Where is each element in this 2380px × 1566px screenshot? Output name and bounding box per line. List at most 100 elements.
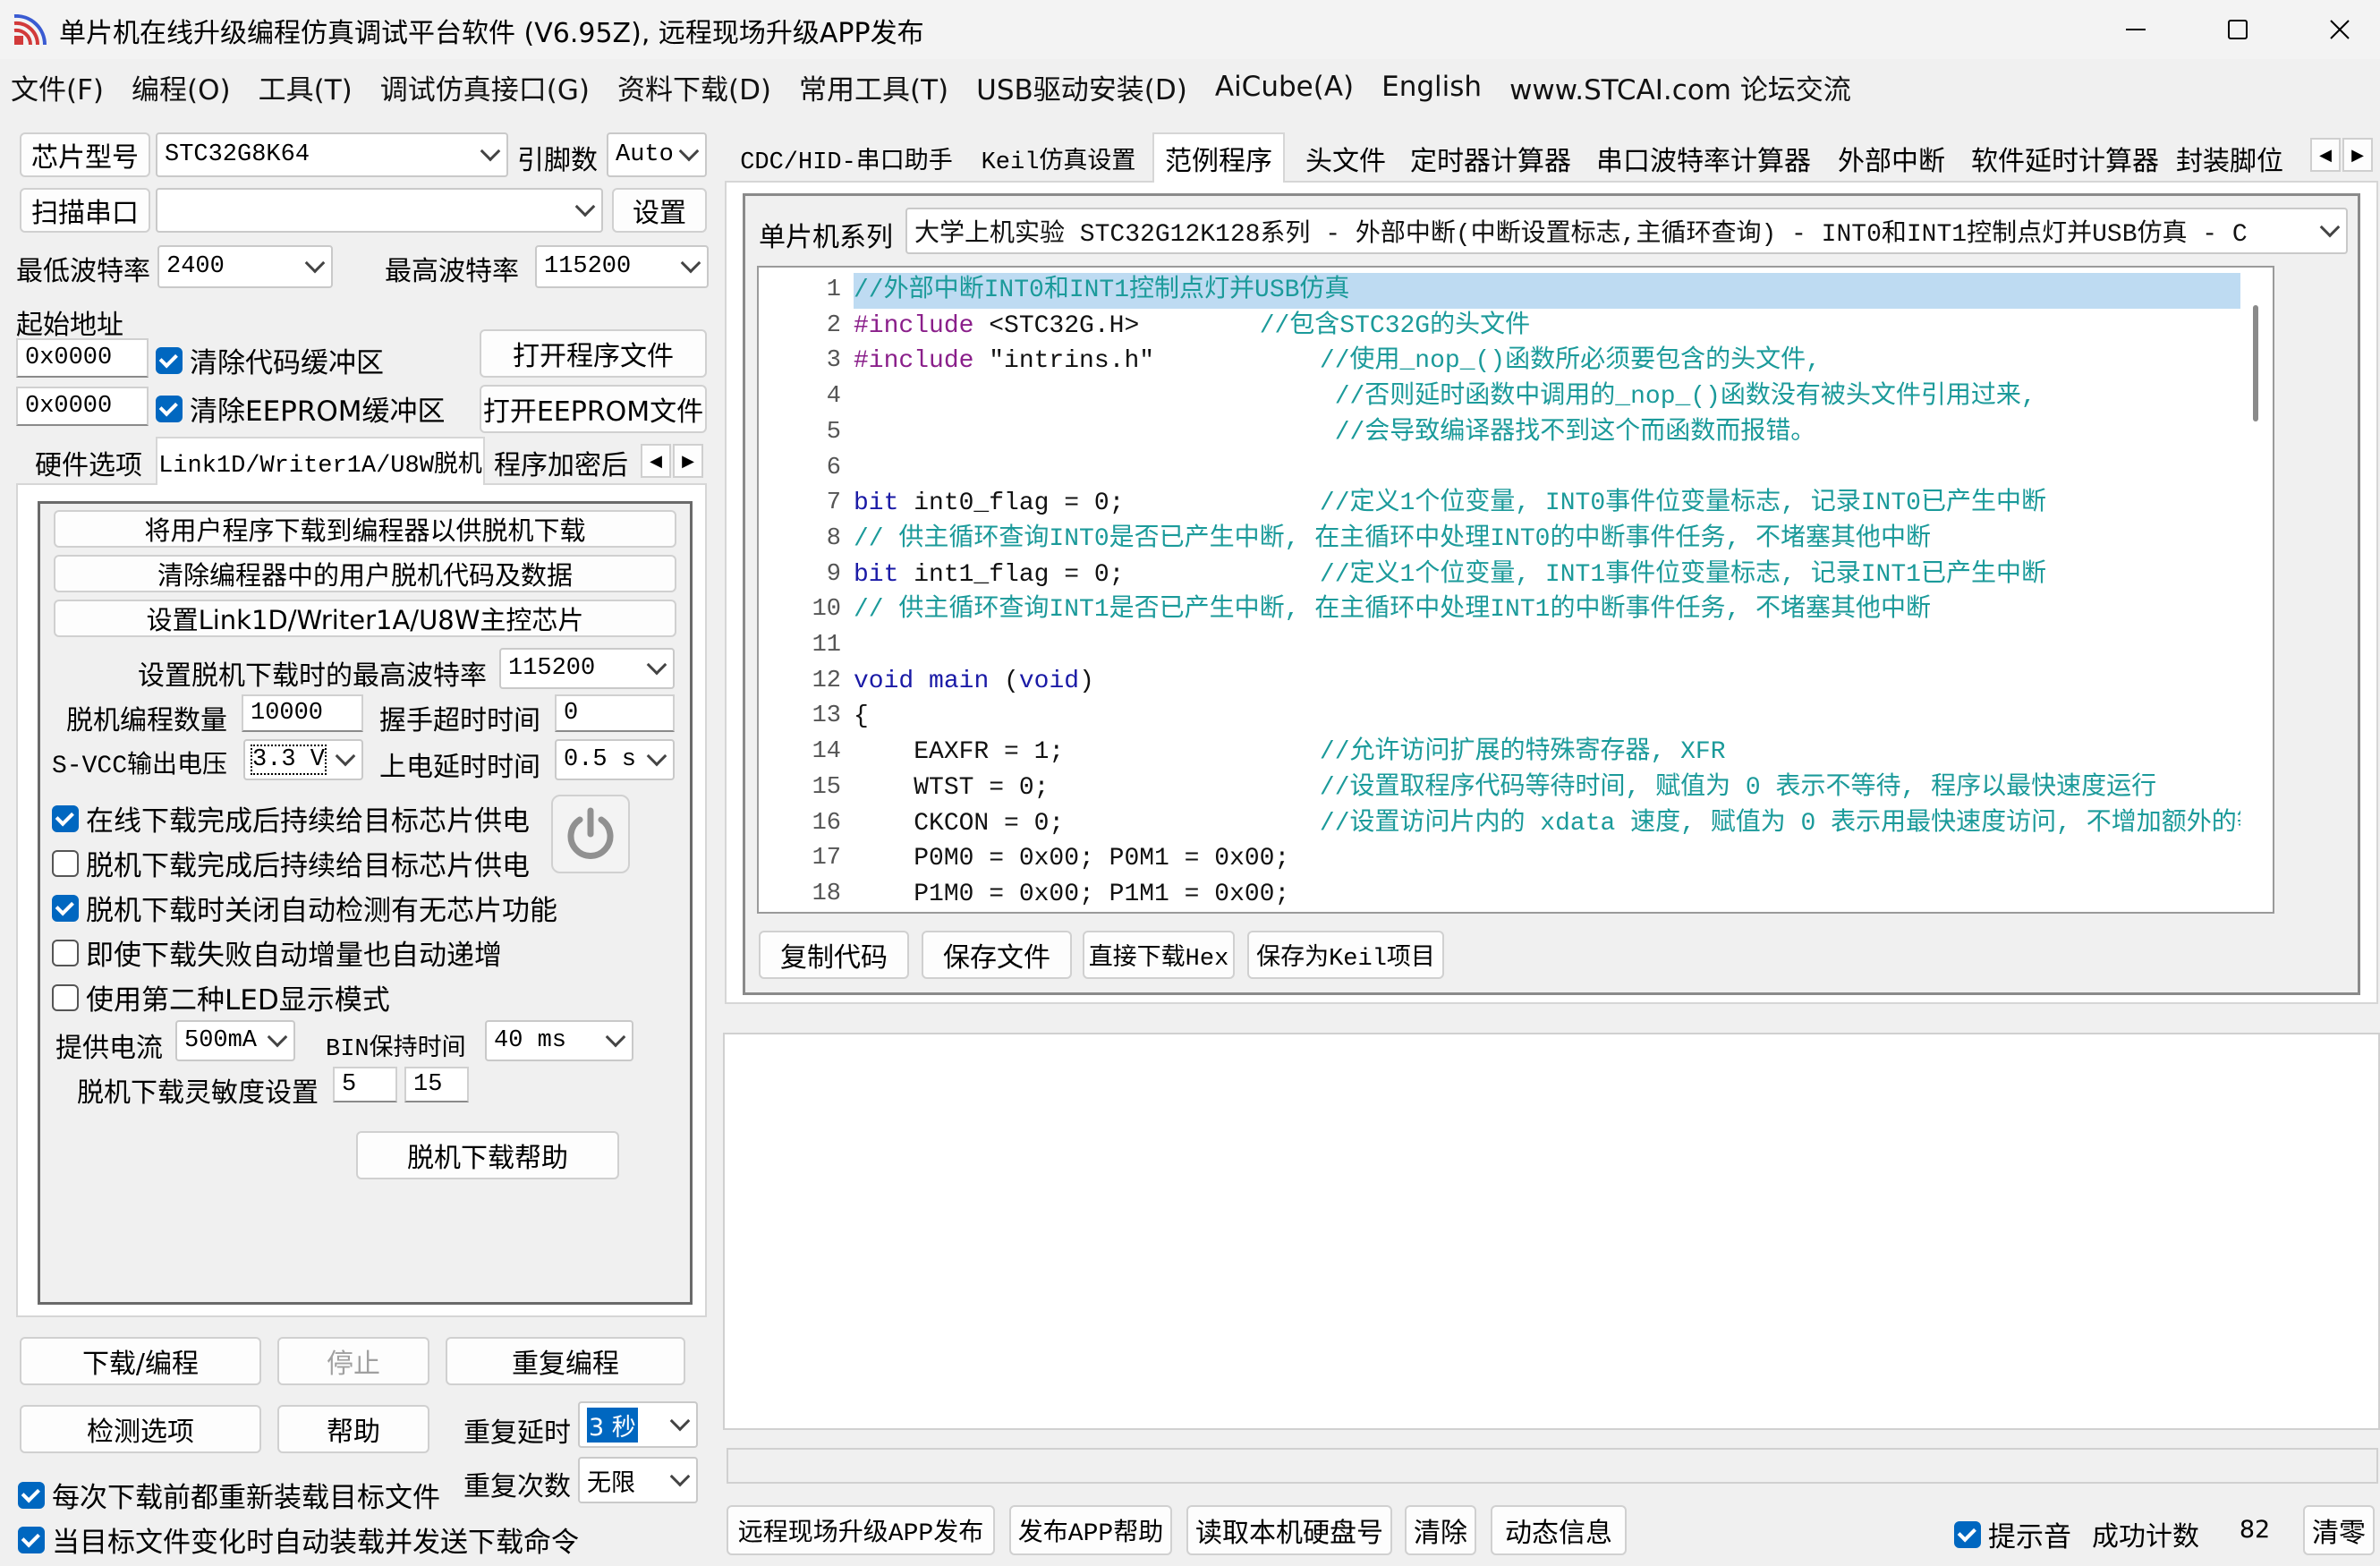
open-program-file-button[interactable]: 打开程序文件 (480, 329, 707, 378)
code-line: // 供主循环查询INT0是否已产生中断, 在主循环中处理INT0的中断事件任务… (854, 524, 1932, 553)
svcc-voltage-select[interactable]: 3.3 V (243, 739, 363, 780)
maximize-button[interactable] (2187, 0, 2289, 59)
tab-delay-calculator[interactable]: 软件延时计算器 (1961, 136, 2169, 181)
tab-keil-settings[interactable]: Keil仿真设置 (972, 136, 1145, 181)
code-line: EAXFR = 1; //允许访问扩展的特殊寄存器, XFR (854, 738, 1726, 767)
menu-downloads[interactable]: 资料下载(D) (607, 64, 788, 109)
offline-max-baud-select[interactable]: 115200 (499, 648, 675, 689)
publish-help-button[interactable]: 发布APP帮助 (1009, 1505, 1172, 1555)
clear-code-checkbox[interactable]: 清除代码缓冲区 (156, 340, 384, 380)
direct-download-hex-button[interactable]: 直接下载Hex (1083, 931, 1235, 979)
code-line: bit int1_flag = 0; //定义1个位变量, INT1事件位变量标… (854, 560, 2046, 589)
code-line: WTST = 0; //设置取程序代码等待时间, 赋值为 0 表示不等待, 程序… (854, 773, 2157, 802)
offline-count-field[interactable]: 10000 (242, 694, 363, 732)
menu-usb-driver[interactable]: USB驱动安装(D) (965, 64, 1204, 109)
offline-power-checkbox[interactable]: 脱机下载完成后持续给目标芯片供电 (52, 843, 530, 883)
line-number: 8 (826, 524, 841, 552)
max-baud-value: 115200 (544, 253, 632, 280)
close-button[interactable] (2289, 0, 2380, 59)
tab-timer-calculator[interactable]: 定时器计算器 (1403, 136, 1578, 181)
reload-target-checkbox[interactable]: 每次下载前都重新装载目标文件 (18, 1475, 440, 1515)
tab-scroll-left-button[interactable]: ◀ (641, 444, 671, 478)
disable-detect-checkbox[interactable]: 脱机下载时关闭自动检测有无芯片功能 (52, 888, 557, 928)
clear-log-button[interactable]: 清除 (1405, 1505, 1476, 1555)
auto-increment-checkbox[interactable]: 即使下载失败自动增量也自动递增 (52, 932, 502, 973)
pins-select[interactable]: Auto (607, 132, 707, 177)
reset-count-button[interactable]: 清零 (2303, 1505, 2375, 1555)
tab-encryption[interactable]: 程序加密后 (494, 440, 648, 485)
output-log[interactable] (723, 1033, 2380, 1430)
tab-serial-assistant[interactable]: CDC/HID-串口助手 (734, 136, 959, 181)
line-number: 5 (826, 418, 841, 446)
sensitivity-field-2[interactable]: 15 (404, 1067, 469, 1102)
sound-checkbox[interactable]: 提示音 (1954, 1514, 2071, 1554)
tab-offline-writer[interactable]: Link1D/Writer1A/U8W脱机 (156, 437, 485, 485)
menu-aicube[interactable]: AiCube(A) (1204, 64, 1371, 109)
tab-scroll-right-button[interactable]: ▶ (673, 444, 703, 478)
repeat-delay-select[interactable]: 3 秒 (578, 1401, 698, 1448)
bin-hold-select[interactable]: 40 ms (485, 1020, 633, 1061)
menu-file[interactable]: 文件(F) (0, 64, 121, 109)
eeprom-address-field[interactable]: 0x0000 (16, 387, 149, 426)
supply-current-label: 提供电流 (55, 1033, 163, 1064)
publish-app-button[interactable]: 远程现场升级APP发布 (727, 1505, 995, 1555)
menu-english[interactable]: English (1371, 64, 1499, 109)
port-select[interactable] (156, 188, 603, 233)
tab-examples[interactable]: 范例程序 (1152, 132, 1285, 183)
scrollbar-thumb[interactable] (2253, 305, 2258, 421)
clear-programmer-code-button[interactable]: 清除编程器中的用户脱机代码及数据 (54, 555, 676, 592)
minimize-button[interactable] (2085, 0, 2187, 59)
read-disk-id-button[interactable]: 读取本机硬盘号 (1186, 1505, 1392, 1555)
chip-model-button[interactable]: 芯片型号 (20, 132, 150, 177)
line-number: 12 (812, 667, 841, 694)
min-baud-select[interactable]: 2400 (157, 245, 333, 288)
tab-baud-calculator[interactable]: 串口波特率计算器 (1585, 136, 1822, 181)
code-address-field[interactable]: 0x0000 (16, 338, 149, 378)
check-options-button[interactable]: 检测选项 (20, 1405, 261, 1453)
menu-common-tools[interactable]: 常用工具(T) (788, 64, 965, 109)
menu-forum[interactable]: www.STCAI.com 论坛交流 (1499, 64, 1868, 109)
right-tab-scroll-left-button[interactable]: ◀ (2310, 138, 2341, 172)
powerup-delay-select[interactable]: 0.5 s (555, 739, 675, 780)
menu-tools[interactable]: 工具(T) (248, 64, 370, 109)
chip-model-select[interactable]: STC32G8K64 (156, 132, 508, 177)
menu-debug[interactable]: 调试仿真接口(G) (370, 64, 607, 109)
copy-code-button[interactable]: 复制代码 (759, 931, 909, 979)
help-button[interactable]: 帮助 (277, 1405, 429, 1453)
led-mode-checkbox[interactable]: 使用第二种LED显示模式 (52, 977, 390, 1017)
port-settings-button[interactable]: 设置 (612, 188, 707, 233)
tab-header-files[interactable]: 头文件 (1296, 136, 1396, 181)
open-eeprom-file-button[interactable]: 打开EEPROM文件 (480, 385, 707, 433)
repeat-count-select[interactable]: 无限 (578, 1457, 698, 1503)
arrow-left-icon: ◀ (650, 451, 662, 471)
editor-scrollbar[interactable] (2240, 268, 2273, 912)
success-count-value: 82 (2210, 1509, 2299, 1550)
menu-program[interactable]: 编程(O) (121, 64, 248, 109)
scan-port-button[interactable]: 扫描串口 (20, 188, 150, 233)
repeat-program-button[interactable]: 重复编程 (446, 1337, 685, 1385)
sensitivity-field-1[interactable]: 5 (333, 1067, 397, 1102)
tab-hardware-options[interactable]: 硬件选项 (23, 440, 154, 485)
max-baud-select[interactable]: 115200 (535, 245, 709, 288)
code-editor[interactable]: 1 2 3 4 5 6 7 8 9 10 11 12 13 14 15 16 17 18 //外部中断INT0和I… (757, 266, 2274, 914)
save-keil-project-button[interactable]: 保存为Keil项目 (1247, 931, 1444, 979)
handshake-timeout-field[interactable]: 0 (555, 694, 675, 732)
save-file-button[interactable]: 保存文件 (922, 931, 1072, 979)
set-master-chip-button[interactable]: 设置Link1D/Writer1A/U8W主控芯片 (54, 600, 676, 637)
download-program-button[interactable]: 下载/编程 (20, 1337, 261, 1385)
power-toggle-button[interactable] (551, 795, 630, 873)
online-power-checkbox[interactable]: 在线下载完成后持续给目标芯片供电 (52, 798, 530, 838)
right-tab-scroll-right-button[interactable]: ▶ (2342, 138, 2373, 172)
dynamic-info-button[interactable]: 动态信息 (1491, 1505, 1627, 1555)
download-to-programmer-button[interactable]: 将用户程序下载到编程器以供脱机下载 (54, 510, 676, 548)
clear-eeprom-checkbox[interactable]: 清除EEPROM缓冲区 (156, 388, 446, 429)
tab-external-interrupt[interactable]: 外部中断 (1829, 136, 1954, 181)
auto-send-checkbox[interactable]: 当目标文件变化时自动装载并发送下载命令 (18, 1519, 579, 1560)
auto-send-label: 当目标文件变化时自动装载并发送下载命令 (52, 1527, 579, 1559)
supply-current-select[interactable]: 500mA (175, 1020, 295, 1061)
offline-help-button[interactable]: 脱机下载帮助 (356, 1131, 619, 1179)
code-line: bit int0_flag = 0; //定义1个位变量, INT0事件位变量标… (854, 489, 2046, 518)
stop-button[interactable]: 停止 (277, 1337, 429, 1385)
series-select[interactable]: 大学上机实验 STC32G12K128系列 - 外部中断(中断设置标志,主循环查… (905, 208, 2348, 254)
tab-package-pins[interactable]: 封装脚位 (2176, 136, 2310, 181)
